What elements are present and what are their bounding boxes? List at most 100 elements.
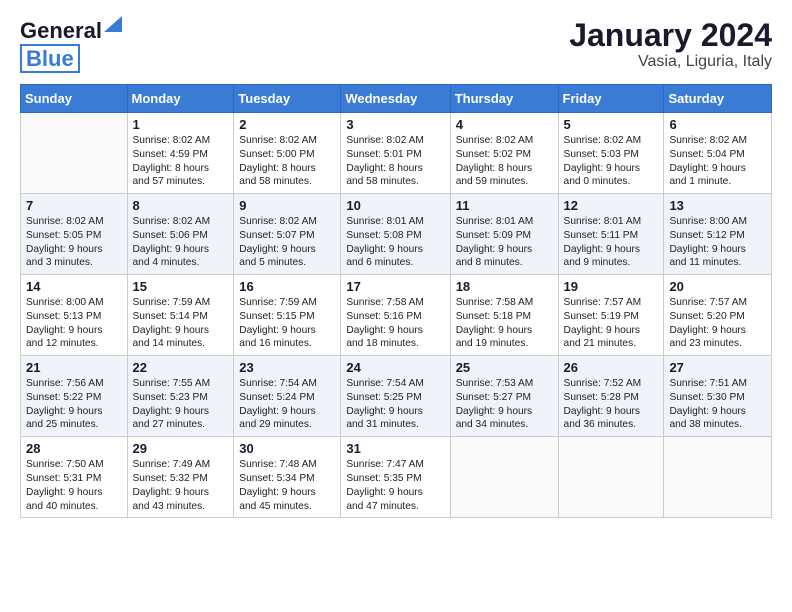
calendar-cell: 5 Sunrise: 8:02 AMSunset: 5:03 PMDaylight… (558, 113, 664, 194)
day-number: 28 (26, 441, 122, 456)
day-info: Sunrise: 7:51 AMSunset: 5:30 PMDaylight:… (669, 377, 766, 432)
day-info: Sunrise: 7:50 AMSunset: 5:31 PMDaylight:… (26, 458, 122, 513)
day-number: 15 (133, 279, 229, 294)
day-info: Sunrise: 8:02 AMSunset: 5:06 PMDaylight:… (133, 215, 229, 270)
calendar-cell: 9 Sunrise: 8:02 AMSunset: 5:07 PMDaylight… (234, 194, 341, 275)
calendar-table: SundayMondayTuesdayWednesdayThursdayFrid… (20, 84, 772, 518)
week-row-3: 14 Sunrise: 8:00 AMSunset: 5:13 PMDayligh… (21, 275, 772, 356)
calendar-cell: 28 Sunrise: 7:50 AMSunset: 5:31 PMDayligh… (21, 437, 128, 518)
calendar-cell: 7 Sunrise: 8:02 AMSunset: 5:05 PMDaylight… (21, 194, 128, 275)
day-number: 23 (239, 360, 335, 375)
calendar-cell (558, 437, 664, 518)
day-number: 8 (133, 198, 229, 213)
day-info: Sunrise: 8:02 AMSunset: 5:03 PMDaylight:… (564, 134, 659, 189)
calendar-cell: 19 Sunrise: 7:57 AMSunset: 5:19 PMDayligh… (558, 275, 664, 356)
calendar-cell: 11 Sunrise: 8:01 AMSunset: 5:09 PMDayligh… (450, 194, 558, 275)
day-number: 4 (456, 117, 553, 132)
day-number: 18 (456, 279, 553, 294)
day-number: 11 (456, 198, 553, 213)
day-info: Sunrise: 8:02 AMSunset: 5:02 PMDaylight:… (456, 134, 553, 189)
week-row-1: 1 Sunrise: 8:02 AMSunset: 4:59 PMDaylight… (21, 113, 772, 194)
calendar-cell: 13Sunrise: 8:00 AMSunset: 5:12 PMDayligh… (664, 194, 772, 275)
day-info: Sunrise: 7:59 AMSunset: 5:14 PMDaylight:… (133, 296, 229, 351)
day-info: Sunrise: 7:47 AMSunset: 5:35 PMDaylight:… (346, 458, 444, 513)
day-number: 21 (26, 360, 122, 375)
calendar-cell: 31 Sunrise: 7:47 AMSunset: 5:35 PMDayligh… (341, 437, 450, 518)
calendar-cell: 12Sunrise: 8:01 AMSunset: 5:11 PMDayligh… (558, 194, 664, 275)
calendar-cell (664, 437, 772, 518)
calendar-cell (450, 437, 558, 518)
day-number: 22 (133, 360, 229, 375)
logo-general: General (20, 18, 102, 43)
day-number: 10 (346, 198, 444, 213)
calendar-cell: 10 Sunrise: 8:01 AMSunset: 5:08 PMDayligh… (341, 194, 450, 275)
day-info: Sunrise: 8:01 AMSunset: 5:09 PMDaylight:… (456, 215, 553, 270)
day-number: 13 (669, 198, 766, 213)
calendar-cell: 29 Sunrise: 7:49 AMSunset: 5:32 PMDayligh… (127, 437, 234, 518)
day-of-week-tuesday: Tuesday (234, 85, 341, 113)
day-info: Sunrise: 8:02 AMSunset: 4:59 PMDaylight:… (133, 134, 229, 189)
day-number: 6 (669, 117, 766, 132)
logo-icon (104, 16, 122, 32)
day-info: Sunrise: 7:54 AMSunset: 5:25 PMDaylight:… (346, 377, 444, 432)
day-info: Sunrise: 7:53 AMSunset: 5:27 PMDaylight:… (456, 377, 553, 432)
day-info: Sunrise: 8:02 AMSunset: 5:01 PMDaylight:… (346, 134, 444, 189)
week-row-4: 21 Sunrise: 7:56 AMSunset: 5:22 PMDayligh… (21, 356, 772, 437)
day-info: Sunrise: 8:01 AMSunset: 5:08 PMDaylight:… (346, 215, 444, 270)
day-info: Sunrise: 7:57 AMSunset: 5:19 PMDaylight:… (564, 296, 659, 351)
day-number: 24 (346, 360, 444, 375)
calendar-cell: 3 Sunrise: 8:02 AMSunset: 5:01 PMDaylight… (341, 113, 450, 194)
day-info: Sunrise: 7:52 AMSunset: 5:28 PMDaylight:… (564, 377, 659, 432)
week-row-2: 7 Sunrise: 8:02 AMSunset: 5:05 PMDaylight… (21, 194, 772, 275)
calendar-subtitle: Vasia, Liguria, Italy (569, 53, 772, 71)
day-number: 29 (133, 441, 229, 456)
calendar-cell: 8 Sunrise: 8:02 AMSunset: 5:06 PMDaylight… (127, 194, 234, 275)
calendar-cell: 4 Sunrise: 8:02 AMSunset: 5:02 PMDaylight… (450, 113, 558, 194)
day-info: Sunrise: 8:02 AMSunset: 5:05 PMDaylight:… (26, 215, 122, 270)
header: General Blue January 2024 Vasia, Liguria… (20, 18, 772, 72)
day-of-week-friday: Friday (558, 85, 664, 113)
day-info: Sunrise: 7:57 AMSunset: 5:20 PMDaylight:… (669, 296, 766, 351)
day-info: Sunrise: 8:02 AMSunset: 5:07 PMDaylight:… (239, 215, 335, 270)
day-number: 5 (564, 117, 659, 132)
day-number: 7 (26, 198, 122, 213)
logo: General Blue (20, 18, 102, 72)
day-number: 30 (239, 441, 335, 456)
page: General Blue January 2024 Vasia, Liguria… (0, 0, 792, 528)
day-info: Sunrise: 7:56 AMSunset: 5:22 PMDaylight:… (26, 377, 122, 432)
calendar-cell: 16 Sunrise: 7:59 AMSunset: 5:15 PMDayligh… (234, 275, 341, 356)
calendar-header-row: SundayMondayTuesdayWednesdayThursdayFrid… (21, 85, 772, 113)
day-info: Sunrise: 8:02 AMSunset: 5:04 PMDaylight:… (669, 134, 766, 189)
day-of-week-monday: Monday (127, 85, 234, 113)
day-info: Sunrise: 7:54 AMSunset: 5:24 PMDaylight:… (239, 377, 335, 432)
logo-blue: Blue (20, 44, 80, 73)
calendar-cell (21, 113, 128, 194)
calendar-cell: 30Sunrise: 7:48 AMSunset: 5:34 PMDayligh… (234, 437, 341, 518)
calendar-cell: 20 Sunrise: 7:57 AMSunset: 5:20 PMDayligh… (664, 275, 772, 356)
day-of-week-wednesday: Wednesday (341, 85, 450, 113)
day-info: Sunrise: 8:00 AMSunset: 5:13 PMDaylight:… (26, 296, 122, 351)
day-number: 1 (133, 117, 229, 132)
calendar-cell: 27Sunrise: 7:51 AMSunset: 5:30 PMDayligh… (664, 356, 772, 437)
day-info: Sunrise: 7:59 AMSunset: 5:15 PMDaylight:… (239, 296, 335, 351)
calendar-cell: 22 Sunrise: 7:55 AMSunset: 5:23 PMDayligh… (127, 356, 234, 437)
calendar-cell: 26 Sunrise: 7:52 AMSunset: 5:28 PMDayligh… (558, 356, 664, 437)
day-info: Sunrise: 7:58 AMSunset: 5:16 PMDaylight:… (346, 296, 444, 351)
day-number: 9 (239, 198, 335, 213)
day-info: Sunrise: 7:55 AMSunset: 5:23 PMDaylight:… (133, 377, 229, 432)
day-number: 20 (669, 279, 766, 294)
day-info: Sunrise: 7:49 AMSunset: 5:32 PMDaylight:… (133, 458, 229, 513)
calendar-cell: 17Sunrise: 7:58 AMSunset: 5:16 PMDayligh… (341, 275, 450, 356)
day-number: 19 (564, 279, 659, 294)
day-number: 3 (346, 117, 444, 132)
day-number: 14 (26, 279, 122, 294)
day-info: Sunrise: 7:58 AMSunset: 5:18 PMDaylight:… (456, 296, 553, 351)
day-info: Sunrise: 8:02 AMSunset: 5:00 PMDaylight:… (239, 134, 335, 189)
day-of-week-sunday: Sunday (21, 85, 128, 113)
day-number: 31 (346, 441, 444, 456)
calendar-cell: 25Sunrise: 7:53 AMSunset: 5:27 PMDayligh… (450, 356, 558, 437)
day-number: 2 (239, 117, 335, 132)
day-number: 16 (239, 279, 335, 294)
day-number: 26 (564, 360, 659, 375)
day-number: 12 (564, 198, 659, 213)
